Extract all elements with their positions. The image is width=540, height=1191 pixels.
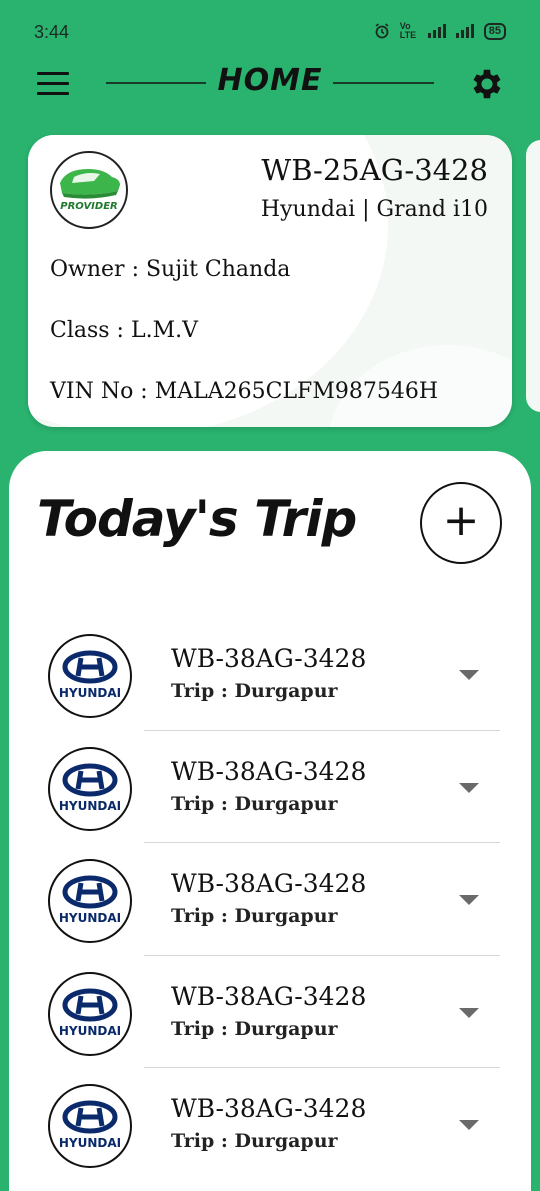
hyundai-logo-text: HYUNDAI — [58, 911, 122, 925]
vehicle-vin: VIN No : MALA265CLFM987546H — [50, 379, 439, 404]
alarm-icon — [375, 23, 389, 39]
hyundai-logo-text: HYUNDAI — [58, 798, 122, 813]
hyundai-logo-text: HYUNDAI — [58, 1023, 122, 1038]
trip-destination: Trip : Durgapur — [171, 905, 338, 927]
hyundai-logo: HYUNDAI — [48, 971, 132, 1056]
hyundai-logo: HYUNDAI — [48, 746, 132, 831]
trip-plate: WB-38AG-3428 — [171, 1094, 367, 1123]
volte-label: Vo LTE — [399, 21, 417, 40]
chevron-down-icon[interactable] — [458, 781, 480, 795]
trip-plate: WB-38AG-3428 — [171, 756, 367, 786]
section-title: Today's Trip — [37, 490, 357, 548]
provider-logo: PROVIDER — [50, 151, 128, 229]
trip-list-item[interactable]: HYUNDAI WB-38AG-3428 Trip : Durgapur — [0, 1068, 540, 1181]
vehicle-card[interactable]: PROVIDER WB-25AG-3428 Hyundai | Grand i1… — [28, 135, 512, 427]
status-bar: 3:44 Vo LTE 85 — [0, 0, 540, 62]
vehicle-owner: Owner : Sujit Chanda — [50, 257, 291, 282]
signal-strength-icon-2 — [455, 24, 474, 38]
hyundai-logo: HYUNDAI — [48, 1084, 132, 1168]
header-divider-right — [333, 82, 434, 84]
trip-list-item[interactable]: HYUNDAI WB-38AG-3428 Trip : Durgapur — [0, 731, 540, 843]
chevron-down-icon[interactable] — [458, 1006, 480, 1020]
hyundai-logo-mark — [62, 988, 118, 1021]
hyundai-logo-text: HYUNDAI — [58, 686, 122, 700]
hyundai-logo-mark — [62, 1100, 118, 1134]
gear-icon[interactable] — [468, 65, 506, 103]
trip-plate: WB-38AG-3428 — [171, 869, 367, 898]
trip-list: HYUNDAI WB-38AG-3428 Trip : Durgapur HYU… — [0, 618, 540, 1181]
page-title: HOME — [217, 63, 323, 98]
chevron-down-icon[interactable] — [458, 893, 480, 907]
trip-plate: WB-38AG-3428 — [171, 981, 367, 1011]
hyundai-logo-mark — [62, 875, 118, 909]
chevron-down-icon[interactable] — [458, 1118, 480, 1132]
status-time: 3:44 — [34, 22, 70, 42]
signal-strength-icon — [427, 24, 446, 38]
hyundai-logo-text: HYUNDAI — [58, 1136, 122, 1150]
trip-list-item[interactable]: HYUNDAI WB-38AG-3428 Trip : Durgapur — [0, 843, 540, 956]
trip-list-item[interactable]: HYUNDAI WB-38AG-3428 Trip : Durgapur — [0, 956, 540, 1068]
chevron-down-icon[interactable] — [458, 668, 480, 682]
trip-destination: Trip : Durgapur — [171, 1017, 338, 1040]
hyundai-logo-mark — [62, 763, 118, 796]
battery-indicator: 85 — [483, 22, 506, 40]
hyundai-logo: HYUNDAI — [48, 859, 132, 943]
trip-list-item[interactable]: HYUNDAI WB-38AG-3428 Trip : Durgapur — [0, 618, 540, 731]
status-icons: Vo LTE 85 — [374, 22, 506, 40]
provider-logo-text: PROVIDER — [60, 201, 118, 212]
add-trip-button[interactable]: + — [420, 482, 502, 564]
vehicle-plate: WB-25AG-3428 — [261, 153, 488, 187]
next-vehicle-card-peek[interactable] — [526, 140, 540, 412]
hyundai-logo-mark — [62, 650, 118, 684]
hyundai-logo: HYUNDAI — [48, 634, 132, 718]
vehicle-class: Class : L.M.V — [50, 318, 198, 343]
trip-plate: WB-38AG-3428 — [171, 644, 367, 673]
trip-destination: Trip : Durgapur — [171, 792, 338, 815]
trip-destination: Trip : Durgapur — [171, 1130, 338, 1152]
app-header: HOME — [0, 55, 540, 110]
trip-destination: Trip : Durgapur — [171, 680, 338, 702]
vehicle-model: Hyundai | Grand i10 — [260, 197, 488, 222]
